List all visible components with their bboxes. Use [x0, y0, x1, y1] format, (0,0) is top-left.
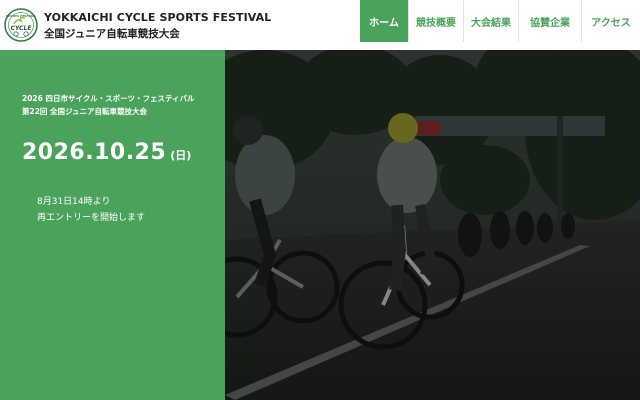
- entry-notice: 8月31日14時より 再エントリーを開始します: [37, 194, 145, 226]
- race-photo-illustration: [225, 50, 640, 400]
- festival-logo-icon[interactable]: SPORTS FESTIVAL CYCLE: [4, 8, 38, 42]
- event-date: 2026.10.25 (日): [22, 140, 191, 165]
- site-title-jp[interactable]: 全国ジュニア自転車競技大会: [44, 26, 180, 41]
- logo-main-text: CYCLE: [11, 25, 33, 32]
- entry-notice-line2: 再エントリーを開始します: [37, 213, 146, 223]
- nav-item-access[interactable]: アクセス: [581, 0, 640, 42]
- nav-item-results[interactable]: 大会結果: [463, 0, 518, 42]
- event-weekday: (日): [170, 149, 192, 162]
- nav-item-home[interactable]: ホーム: [360, 0, 408, 42]
- event-date-value: 2026.10.25: [22, 140, 167, 165]
- entry-notice-line1: 8月31日14時より: [37, 197, 111, 207]
- cyclists-race-photo: [225, 50, 640, 400]
- nav-item-sponsors[interactable]: 協賛企業: [518, 0, 581, 42]
- site-title-en[interactable]: YOKKAICHI CYCLE SPORTS FESTIVAL: [44, 11, 271, 24]
- event-name-line1: 2026 四日市サイクル・スポーツ・フェスティバル: [22, 94, 195, 103]
- nav-item-overview[interactable]: 競技概要: [408, 0, 463, 42]
- main-nav: ホーム 競技概要 大会結果 協賛企業 アクセス: [360, 0, 640, 42]
- event-name-line2: 第22回 全国ジュニア自転車競技大会: [22, 107, 148, 116]
- event-name: 2026 四日市サイクル・スポーツ・フェスティバル 第22回 全国ジュニア自転車…: [22, 92, 195, 118]
- site-header: SPORTS FESTIVAL CYCLE YOKKAICHI CYCLE SP…: [0, 0, 640, 50]
